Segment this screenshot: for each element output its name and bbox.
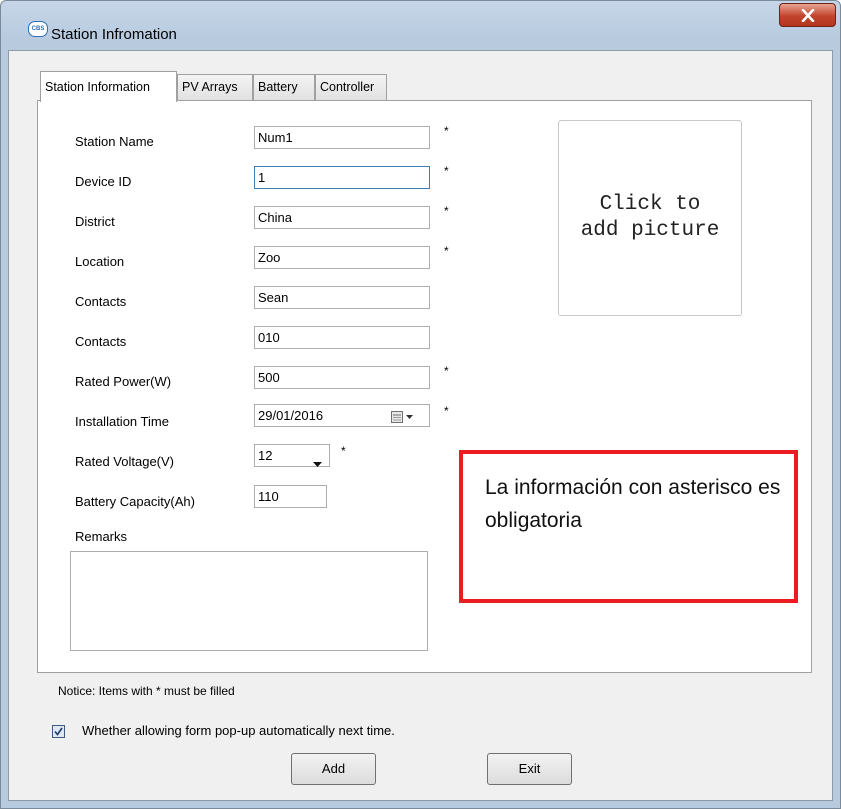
exit-button[interactable]: Exit	[487, 753, 572, 785]
contacts-phone-input[interactable]: 010	[254, 326, 430, 349]
device-id-input[interactable]: 1	[254, 166, 430, 189]
title-bar[interactable]: CBS Station Infromation	[0, 0, 841, 43]
rated-power-input[interactable]: 500	[254, 366, 430, 389]
contacts-label: Contacts	[75, 294, 127, 309]
remarks-textarea[interactable]	[70, 551, 428, 651]
checkmark-icon	[54, 727, 63, 736]
annotation-text: La información con asterisco es obligato…	[485, 476, 781, 532]
close-button[interactable]	[779, 3, 836, 27]
remarks-label: Remarks	[75, 529, 128, 544]
add-picture-text: Click to add picture	[580, 193, 720, 242]
installation-time-required-marker: *	[444, 404, 449, 418]
popup-checkbox[interactable]	[52, 725, 65, 738]
location-required-marker: *	[444, 244, 449, 258]
window-title: Station Infromation	[51, 26, 177, 43]
popup-checkbox-label[interactable]: Whether allowing form pop-up automatical…	[82, 723, 395, 738]
rated-power-label: Rated Power(W)	[75, 374, 172, 389]
district-input[interactable]: China	[254, 206, 430, 229]
calendar-dropdown-icon[interactable]	[391, 409, 417, 430]
station-name-required-marker: *	[444, 124, 449, 138]
rated-power-required-marker: *	[444, 364, 449, 378]
battery-capacity-label: Battery Capacity(Ah)	[75, 494, 195, 509]
installation-time-value: 29/01/2016	[258, 408, 324, 423]
location-label: Location	[75, 254, 125, 269]
location-input[interactable]: Zoo	[254, 246, 430, 269]
chevron-down-icon	[313, 453, 322, 474]
district-required-marker: *	[444, 204, 449, 218]
station-name-label: Station Name	[75, 134, 154, 149]
installation-time-label: Installation Time	[75, 414, 169, 429]
installation-time-datepicker[interactable]: 29/01/2016	[254, 404, 430, 427]
contacts-phone-label: Contacts	[75, 334, 127, 349]
tab-controller[interactable]: Controller	[315, 74, 387, 100]
station-name-input[interactable]: Num1	[254, 126, 430, 149]
notice-text: Notice: Items with * must be filled	[58, 684, 235, 698]
close-icon	[801, 9, 815, 22]
rated-voltage-label: Rated Voltage(V)	[75, 454, 175, 469]
contacts-name-input[interactable]: Sean	[254, 286, 430, 309]
device-id-label: Device ID	[75, 174, 132, 189]
tab-pv-arrays[interactable]: PV Arrays	[177, 74, 253, 100]
rated-voltage-required-marker: *	[341, 444, 346, 458]
district-label: District	[75, 214, 115, 229]
add-picture-area[interactable]: Click to add picture	[558, 120, 742, 316]
tab-station-information[interactable]: Station Information	[40, 71, 177, 102]
battery-capacity-input[interactable]: 110	[254, 485, 327, 508]
device-id-required-marker: *	[444, 164, 449, 178]
rated-voltage-value: 12	[258, 448, 273, 463]
tab-battery[interactable]: Battery	[253, 74, 315, 100]
app-logo-icon: CBS	[28, 21, 48, 37]
annotation-box: La información con asterisco es obligato…	[459, 450, 798, 603]
add-button[interactable]: Add	[291, 753, 376, 785]
rated-voltage-select[interactable]: 12	[254, 444, 330, 467]
